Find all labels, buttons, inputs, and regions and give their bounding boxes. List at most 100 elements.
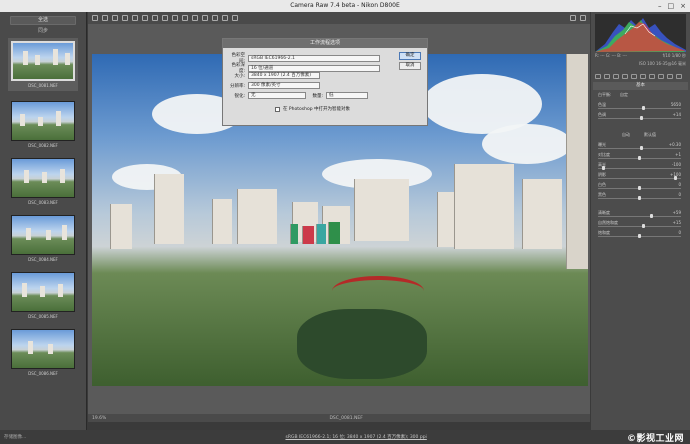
panel-tabs [593, 72, 688, 80]
cancel-button[interactable]: 取消 [399, 62, 421, 70]
slider-value[interactable]: +14 [673, 112, 681, 117]
targeted-adjust-icon[interactable] [132, 15, 138, 21]
close-button[interactable]: × [680, 0, 686, 12]
slider-handle[interactable] [638, 156, 641, 160]
histogram [595, 14, 686, 52]
split-toning-tab-icon[interactable] [631, 73, 637, 79]
detail-tab-icon[interactable] [613, 73, 619, 79]
default-link[interactable]: 默认值 [644, 132, 656, 138]
smart-object-checkbox[interactable] [275, 106, 280, 112]
slider-row-9: 自然饱和度 +15 [594, 220, 687, 230]
filmstrip-thumb[interactable]: DSC_0082.NEF [8, 101, 78, 148]
rotate-right-icon[interactable] [232, 15, 238, 21]
slider-handle[interactable] [642, 224, 645, 228]
panel-section-title: 基本 [593, 82, 688, 90]
sync-button[interactable]: 同步 [10, 27, 76, 35]
effects-tab-icon[interactable] [649, 73, 655, 79]
window-titlebar: Camera Raw 7.4 beta - Nikon D800E – □ × [0, 0, 690, 12]
resolution-input[interactable]: 300 像素/英寸 [248, 82, 320, 89]
basic-tab-icon[interactable] [595, 73, 601, 79]
camera-calibration-tab-icon[interactable] [658, 73, 664, 79]
slider-handle[interactable] [638, 186, 641, 190]
wb-select[interactable]: 自定 [620, 92, 628, 98]
slider-value[interactable]: +0.30 [669, 142, 681, 147]
slider-row-3: 对比度 +1 [594, 152, 687, 162]
slider-track[interactable] [598, 168, 681, 169]
slider-handle[interactable] [650, 214, 653, 218]
slider-handle[interactable] [638, 234, 641, 238]
slider-value[interactable]: +1 [675, 152, 681, 157]
white-balance-tool-icon[interactable] [112, 15, 118, 21]
amount-label: 数量: [312, 93, 323, 99]
tone-curve-tab-icon[interactable] [604, 73, 610, 79]
lens-tab-icon[interactable] [640, 73, 646, 79]
radial-filter-icon[interactable] [202, 15, 208, 21]
filmstrip-thumb[interactable]: DSC_0081.NEF [8, 38, 78, 91]
slider-value[interactable]: 5650 [671, 102, 681, 107]
filmstrip-thumb[interactable]: DSC_0086.NEF [8, 329, 78, 376]
filmstrip-thumb[interactable]: DSC_0085.NEF [8, 272, 78, 319]
straighten-tool-icon[interactable] [152, 15, 158, 21]
slider-track[interactable] [598, 226, 681, 227]
iso-lens-readout: ISO 100 16-35@16 毫米 [638, 61, 686, 66]
zoom-tool-icon[interactable] [92, 15, 98, 21]
auto-default-row: 自动 默认值 [594, 132, 687, 142]
size-select[interactable]: 3840 x 1907 (2.4 百万像素) [248, 72, 320, 79]
thumbnail-caption: DSC_0084.NEF [28, 257, 58, 262]
filmstrip-thumb[interactable]: DSC_0084.NEF [8, 215, 78, 262]
slider-value[interactable]: -100 [672, 162, 681, 167]
auto-link[interactable]: 自动 [622, 132, 630, 138]
slider-row-5: 阴影 +100 [594, 172, 687, 182]
spot-removal-icon[interactable] [162, 15, 168, 21]
fullscreen-icon[interactable] [580, 15, 586, 21]
select-all-button[interactable]: 全选 [10, 15, 76, 25]
slider-handle[interactable] [640, 146, 644, 150]
slider-handle[interactable] [674, 176, 677, 180]
rotate-left-icon[interactable] [222, 15, 228, 21]
slider-handle[interactable] [602, 166, 605, 170]
minimize-button[interactable]: – [658, 0, 662, 12]
ok-button[interactable]: 确定 [399, 52, 421, 60]
color-depth-select[interactable]: 16 位/通道 [248, 64, 380, 72]
snapshots-tab-icon[interactable] [676, 73, 682, 79]
lens-info: ISO 100 16-35@16 毫米 [595, 61, 686, 67]
zoom-level[interactable]: 19.6% [92, 416, 106, 421]
smart-object-label: 在 Photoshop 中打开为智能对象 [283, 107, 351, 112]
sharpen-select[interactable]: 无 [248, 92, 306, 99]
amount-select[interactable]: 低 [326, 92, 368, 99]
filmstrip-thumb[interactable]: DSC_0083.NEF [8, 158, 78, 205]
adjustment-brush-icon[interactable] [182, 15, 188, 21]
presets-tab-icon[interactable] [667, 73, 673, 79]
save-image-button[interactable]: 存储图像... [4, 434, 26, 440]
preferences-icon[interactable] [212, 15, 218, 21]
thumbnail-image [11, 272, 75, 312]
hsl-tab-icon[interactable] [622, 73, 628, 79]
slider-handle[interactable] [638, 196, 641, 200]
slider-value[interactable]: +15 [673, 220, 681, 225]
color-sampler-icon[interactable] [122, 15, 128, 21]
slider-row-8: 清晰度 +59 [594, 210, 687, 220]
graduated-filter-icon[interactable] [192, 15, 198, 21]
slider-value[interactable]: 0 [678, 182, 681, 187]
maximize-button[interactable]: □ [668, 0, 675, 12]
slider-track[interactable] [598, 216, 681, 217]
slider-handle[interactable] [639, 116, 643, 120]
size-label: 大小: [234, 73, 245, 79]
tool-bar [88, 12, 590, 24]
preview-toggle-icon[interactable] [570, 15, 576, 21]
slider-value[interactable]: 0 [678, 192, 681, 197]
slider-handle[interactable] [642, 106, 645, 110]
hand-tool-icon[interactable] [102, 15, 108, 21]
slider-track[interactable] [598, 178, 681, 179]
slider-track[interactable] [598, 108, 681, 109]
red-eye-icon[interactable] [172, 15, 178, 21]
slider-value[interactable]: +59 [673, 210, 681, 215]
image-canvas[interactable]: 工作流程选项 色彩空间: sRGB IEC61966-2.1 色彩深度: 16 … [88, 24, 590, 414]
slider-value[interactable]: 0 [678, 230, 681, 235]
dialog-title: 工作流程选项 [223, 39, 427, 48]
exposure-readout: f/10 1/80 秒 [662, 53, 686, 58]
slider-row-10: 饱和度 0 [594, 230, 687, 240]
crop-tool-icon[interactable] [142, 15, 148, 21]
workflow-options-link[interactable]: sRGB IEC61966-2.1; 16 位; 3840 x 1907 (2.… [26, 434, 686, 440]
color-space-select[interactable]: sRGB IEC61966-2.1 [248, 54, 380, 62]
